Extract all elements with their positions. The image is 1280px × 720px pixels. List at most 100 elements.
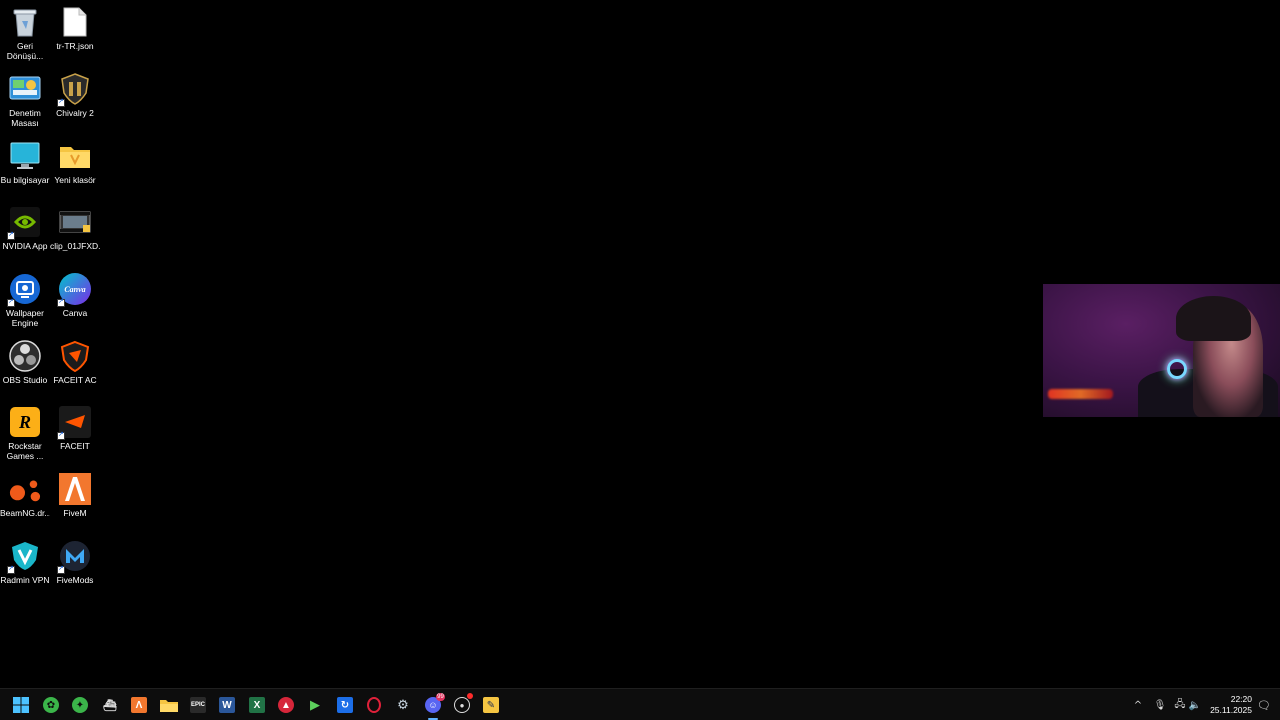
desktop-icon-label: OBS Studio bbox=[2, 375, 48, 385]
nvidia-icon bbox=[7, 206, 41, 240]
taskbar-app-red-app[interactable]: ▲ bbox=[274, 693, 298, 717]
desktop-icon-chivalry-2[interactable]: Chivalry 2 bbox=[50, 71, 100, 133]
canva-icon: Canva bbox=[57, 273, 91, 307]
desktop-icon-label: FACEIT bbox=[60, 441, 90, 451]
network-icon[interactable]: 🖧 bbox=[1173, 697, 1187, 713]
taskbar-app-steam[interactable]: ⚙ bbox=[391, 693, 415, 717]
rockstar-icon: R bbox=[9, 406, 41, 438]
excel-icon: X bbox=[249, 697, 265, 713]
leaf-icon: ✿ bbox=[43, 697, 59, 713]
desktop-icon-label: Geri Dönüşü... bbox=[6, 41, 44, 61]
discord-notification-badge: 99 bbox=[436, 693, 445, 701]
shortcut-arrow-icon bbox=[7, 297, 15, 307]
desktop-icon-label: BeamNG.dr... bbox=[0, 508, 50, 518]
word-icon: W bbox=[219, 697, 235, 713]
boat-icon: ⛴ bbox=[103, 699, 117, 712]
fivem-icon bbox=[59, 473, 91, 505]
taskbar-app-nvidia-broadcast[interactable]: ✦ bbox=[68, 693, 92, 717]
volume-icon[interactable]: 🔈 bbox=[1188, 697, 1202, 713]
desktop-icon-label: Bu bilgisayar bbox=[0, 175, 50, 185]
folder-icon bbox=[59, 140, 91, 172]
desktop[interactable]: Geri Dönüşü... Denetim Masası Bu bilgisa… bbox=[0, 0, 1280, 688]
webcam-person-hair bbox=[1176, 296, 1251, 341]
control-panel-icon bbox=[9, 73, 41, 105]
taskbar-app-excel[interactable]: X bbox=[245, 693, 269, 717]
desktop-icon-label: Radmin VPN bbox=[0, 575, 50, 585]
desktop-icon-canva[interactable]: Canva Canva bbox=[50, 271, 100, 333]
clock-time: 22:20 bbox=[1230, 694, 1252, 704]
taskbar-app-blue-app[interactable]: ↻ bbox=[333, 693, 357, 717]
desktop-icon-clip-video[interactable]: clip_01JFXD... bbox=[50, 204, 100, 266]
folder-icon bbox=[160, 700, 178, 712]
steam-icon: ⚙ bbox=[397, 697, 409, 712]
desktop-icon-label: Rockstar Games ... bbox=[6, 441, 44, 461]
recycle-bin-icon bbox=[9, 6, 41, 38]
opera-icon bbox=[367, 697, 381, 713]
taskbar-app-green-leaf[interactable]: ✿ bbox=[39, 693, 63, 717]
desktop-icon-wallpaper-engine[interactable]: Wallpaper Engine bbox=[0, 271, 50, 333]
desktop-icon-label: FACEIT AC bbox=[53, 375, 97, 385]
desktop-icon-label: FiveMods bbox=[56, 575, 94, 585]
faceit-icon bbox=[57, 406, 91, 440]
taskbar-app-fivem[interactable]: Λ bbox=[127, 693, 151, 717]
tray-overflow-chevron[interactable]: ^ bbox=[1131, 697, 1145, 713]
faceit-ac-icon bbox=[59, 340, 91, 372]
desktop-icon-rockstar-games[interactable]: R Rockstar Games ... bbox=[0, 404, 50, 466]
rgb-keyboard-glow bbox=[1048, 389, 1113, 399]
shortcut-arrow-icon bbox=[7, 564, 15, 574]
notification-center-icon[interactable]: 🗨 bbox=[1256, 697, 1272, 713]
desktop-icon-nvidia-app[interactable]: NVIDIA App bbox=[0, 204, 50, 266]
desktop-icon-yeni-klasor[interactable]: Yeni klasör bbox=[50, 138, 100, 200]
recording-indicator bbox=[467, 693, 473, 699]
taskbar-app-play[interactable]: ▶ bbox=[303, 693, 327, 717]
taskbar-app-discord[interactable]: ☺ 99 bbox=[421, 693, 445, 720]
taskbar-app-opera[interactable] bbox=[362, 693, 386, 717]
desktop-icon-label: tr-TR.json bbox=[56, 41, 94, 51]
windows-icon bbox=[13, 697, 29, 713]
desktop-icon-control-panel[interactable]: Denetim Masası bbox=[0, 71, 50, 133]
desktop-icon-label: NVIDIA App bbox=[2, 241, 48, 251]
this-pc-icon bbox=[9, 140, 41, 172]
shortcut-arrow-icon bbox=[7, 230, 15, 240]
desktop-icon-this-pc[interactable]: Bu bilgisayar bbox=[0, 138, 50, 200]
desktop-icon-label: Canva bbox=[62, 308, 88, 318]
clock-date: 25.11.2025 bbox=[1210, 705, 1252, 715]
desktop-icon-faceit-ac[interactable]: FACEIT AC bbox=[50, 338, 100, 400]
taskbar-app-word[interactable]: W bbox=[215, 693, 239, 717]
desktop-icon-label: Wallpaper Engine bbox=[6, 308, 44, 328]
beamng-icon bbox=[9, 473, 41, 505]
desktop-icon-label: FiveM bbox=[63, 508, 87, 518]
taskbar-app-obs[interactable]: ● bbox=[450, 693, 474, 717]
clock[interactable]: 22:20 25.11.2025 bbox=[1206, 694, 1252, 716]
file-icon bbox=[59, 6, 91, 38]
desktop-icon-beamng[interactable]: BeamNG.dr... bbox=[0, 471, 50, 533]
obs-icon: ● bbox=[454, 697, 470, 713]
radmin-vpn-icon bbox=[7, 540, 41, 574]
microphone-icon[interactable]: 🎙 bbox=[1153, 697, 1167, 713]
desktop-icon-label: clip_01JFXD... bbox=[50, 241, 100, 251]
wallpaper-engine-icon bbox=[7, 273, 41, 307]
taskbar-app-docker[interactable]: ⛴ bbox=[98, 693, 122, 717]
webcam-overlay bbox=[1043, 284, 1280, 417]
desktop-icon-fivemods[interactable]: FiveMods bbox=[50, 538, 100, 600]
shortcut-arrow-icon bbox=[57, 297, 65, 307]
desktop-icon-label: Denetim Masası bbox=[9, 108, 41, 128]
desktop-icon-label: Chivalry 2 bbox=[56, 108, 94, 118]
desktop-icon-radmin-vpn[interactable]: Radmin VPN bbox=[0, 538, 50, 600]
taskbar: ✿ ✦ ⛴ Λ EPIC W X ▲ ▶ ↻ ⚙ ☺ 99 ● ✎ ^ 🎙 🖧 … bbox=[0, 688, 1280, 720]
desktop-icon-tr-tr-json[interactable]: tr-TR.json bbox=[50, 4, 100, 66]
desktop-icon-faceit[interactable]: FACEIT bbox=[50, 404, 100, 466]
headset-light bbox=[1167, 359, 1187, 379]
taskbar-app-epic-games[interactable]: EPIC bbox=[186, 693, 210, 717]
green-app-icon: ✦ bbox=[72, 697, 88, 713]
desktop-icon-fivem[interactable]: FiveM bbox=[50, 471, 100, 533]
start-button[interactable] bbox=[9, 693, 33, 717]
red-app-icon: ▲ bbox=[278, 697, 294, 713]
desktop-icon-obs-studio[interactable]: OBS Studio bbox=[0, 338, 50, 400]
taskbar-app-file-explorer[interactable] bbox=[157, 693, 181, 717]
taskbar-app-yellow-app[interactable]: ✎ bbox=[479, 693, 503, 717]
shortcut-arrow-icon bbox=[57, 97, 65, 107]
refresh-icon: ↻ bbox=[337, 697, 353, 713]
desktop-icon-recycle-bin[interactable]: Geri Dönüşü... bbox=[0, 4, 50, 66]
chivalry-icon bbox=[57, 73, 91, 107]
